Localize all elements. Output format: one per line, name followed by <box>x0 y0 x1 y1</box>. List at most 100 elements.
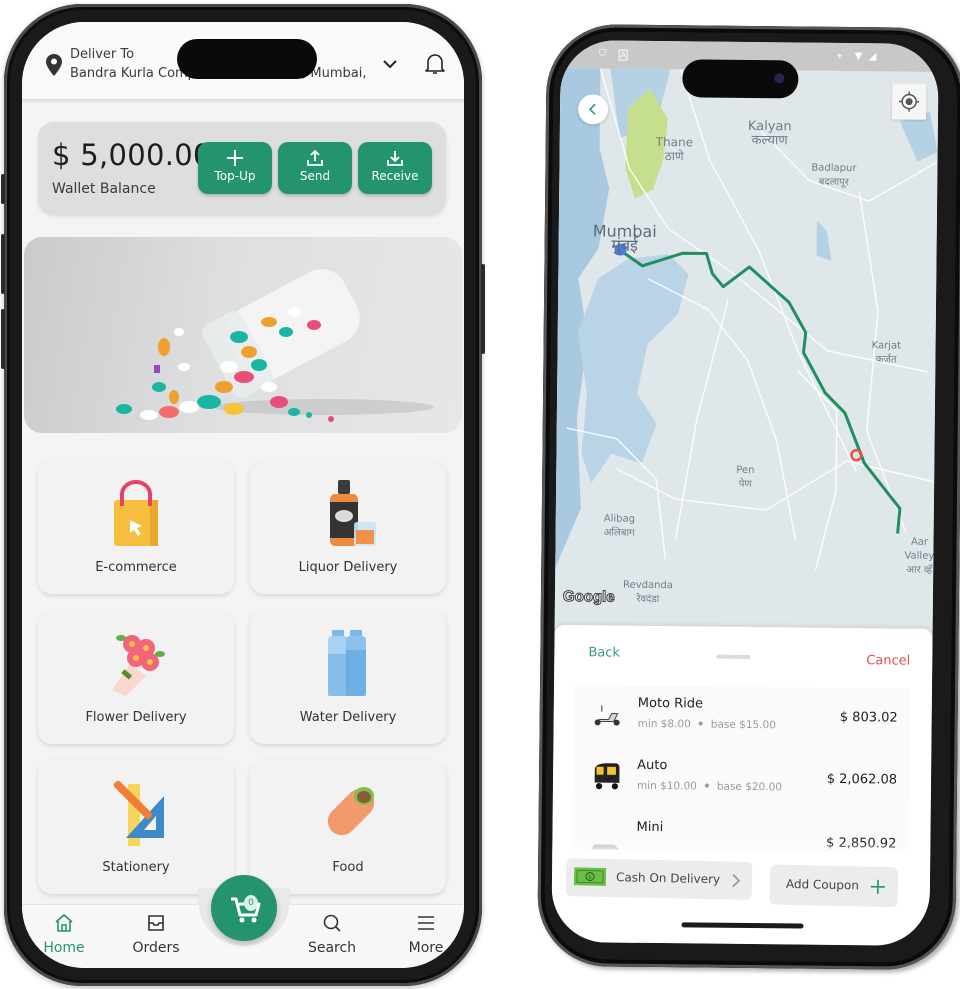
service-label: Flower Delivery <box>85 710 187 725</box>
service-label: Stationery <box>102 860 170 875</box>
pills-illustration <box>116 269 434 422</box>
ride-fare-details: min $8.00 base $15.00 <box>637 717 776 732</box>
ride-screen: ⛉ A ⌖ ▼ ◢ Thane ठाणे Kalyan कल्याण Badla… <box>551 39 939 946</box>
shield-icon: ⛉ <box>598 48 607 60</box>
nav-home[interactable]: Home <box>24 913 104 956</box>
map-label-revdanda: Revdanda रेवदंडा <box>623 579 673 606</box>
service-tile-stationery[interactable]: Stationery <box>38 760 234 894</box>
cart-count-badge: 0 <box>244 895 258 911</box>
map-label-badlapur: Badlapur बदलापूर <box>811 162 857 189</box>
add-coupon-button[interactable]: Add Coupon <box>769 864 899 908</box>
location-icon: ⌖ <box>836 50 843 62</box>
ride-price: $ 2,062.08 <box>826 771 898 788</box>
back-button[interactable]: Back <box>588 645 620 660</box>
map-label-mumbai: Mumbai मुंबई <box>592 221 657 255</box>
list-fade <box>552 838 931 861</box>
drag-handle[interactable] <box>716 654 751 660</box>
wifi-icon: ▼ <box>854 51 863 63</box>
chevron-right-icon <box>732 873 741 888</box>
service-label: Food <box>332 860 364 875</box>
top-up-label: Top-Up <box>214 169 256 183</box>
crosshair-icon <box>899 91 920 112</box>
cart-icon <box>231 897 261 923</box>
signal-icon: ◢ <box>868 51 877 63</box>
ride-option[interactable]: Auto min $10.00 base $20.00 $ 2,062.08 <box>572 747 910 813</box>
ride-name: Mini <box>636 819 664 836</box>
front-camera <box>774 73 785 84</box>
water-bottles-icon <box>328 630 366 696</box>
menu-icon <box>418 916 434 930</box>
shopping-bag-icon <box>114 480 158 546</box>
payment-method-label: Cash On Delivery <box>615 870 721 887</box>
plus-icon <box>227 150 243 166</box>
service-label: Water Delivery <box>299 710 397 725</box>
dynamic-island <box>177 39 317 79</box>
send-label: Send <box>299 169 331 183</box>
volume-down-button <box>1 309 5 369</box>
power-button <box>481 264 485 354</box>
inbox-icon <box>148 915 164 931</box>
ride-name: Moto Ride <box>637 695 704 712</box>
ride-app-phone: ⛉ A ⌖ ▼ ◢ Thane ठाणे Kalyan कल्याण Badla… <box>537 23 960 971</box>
liquor-bottle-icon <box>330 480 376 546</box>
bell-icon[interactable] <box>424 52 446 76</box>
google-attribution: Google <box>562 588 615 607</box>
promo-banner[interactable] <box>24 237 462 433</box>
ride-option[interactable]: Moto Ride min $8.00 base $15.00 $ 803.02 <box>573 685 911 751</box>
burrito-icon <box>327 787 375 836</box>
deliver-to-label: Deliver To <box>70 47 135 62</box>
home-indicator <box>681 922 804 929</box>
nav-search[interactable]: Search <box>292 913 372 956</box>
svg-text:$: $ <box>588 874 592 881</box>
mute-switch <box>1 174 5 204</box>
ride-name: Auto <box>637 757 668 774</box>
download-icon <box>387 151 403 166</box>
map-label-karjat: Karjat कर्जत <box>871 340 902 366</box>
nav-more[interactable]: More <box>386 913 464 956</box>
payment-method-button[interactable]: $ Cash On Delivery <box>565 858 753 901</box>
home-screen: Deliver To Bandra Kurla Complex, Bandra … <box>22 22 464 968</box>
service-tile-ecommerce[interactable]: E-commerce <box>38 460 234 594</box>
map-label-alibag: Alibag अलिबाग <box>603 513 636 539</box>
map-label-pen: Pen पेण <box>736 464 755 491</box>
service-tile-food[interactable]: Food <box>250 760 446 894</box>
my-location-button[interactable] <box>891 83 927 120</box>
a-icon: A <box>618 49 629 61</box>
ride-price: $ 803.02 <box>839 709 898 726</box>
map-pin-icon <box>46 54 62 76</box>
service-label: Liquor Delivery <box>298 560 398 575</box>
map-label-aar-valley: Aar Valley आर व्हॅ <box>904 536 935 576</box>
nav-orders-label: Orders <box>132 940 180 956</box>
nav-orders[interactable]: Orders <box>116 913 196 956</box>
upload-icon <box>307 149 323 166</box>
wallet-balance-label: Wallet Balance <box>52 181 156 197</box>
map-label-kalyan: Kalyan कल्याण <box>747 118 792 149</box>
scooter-icon <box>594 705 620 726</box>
ride-fare-details: min $10.00 base $20.00 <box>636 779 783 794</box>
cash-icon: $ <box>573 867 607 886</box>
top-up-button[interactable]: Top-Up <box>198 142 272 194</box>
plus-icon <box>870 879 885 894</box>
send-button[interactable]: Send <box>278 142 352 194</box>
map-back-button[interactable] <box>577 94 609 125</box>
service-tile-flower[interactable]: Flower Delivery <box>38 610 234 744</box>
service-tile-liquor[interactable]: Liquor Delivery <box>250 460 446 594</box>
service-tile-water[interactable]: Water Delivery <box>250 610 446 744</box>
nav-more-label: More <box>408 940 444 956</box>
cancel-button[interactable]: Cancel <box>866 653 910 668</box>
ride-options-sheet: Back Cancel Moto Ride min $8.00 base $15.… <box>551 624 933 946</box>
route-map[interactable]: Thane ठाणे Kalyan कल्याण Badlapur बदलापूर M… <box>554 67 939 632</box>
ruler-pencil-icon <box>113 780 164 846</box>
home-icon <box>55 913 73 932</box>
chevron-down-icon[interactable] <box>382 58 398 70</box>
add-coupon-label: Add Coupon <box>785 876 860 893</box>
receive-label: Receive <box>371 169 419 183</box>
service-label: E-commerce <box>95 560 177 575</box>
flower-bouquet-icon <box>112 635 165 696</box>
wallet-card: $ 5,000.00 Wallet Balance Top-Up Send Re… <box>38 122 446 214</box>
nav-search-label: Search <box>307 940 357 956</box>
receive-button[interactable]: Receive <box>358 142 432 194</box>
dynamic-island <box>682 59 799 99</box>
nav-home-label: Home <box>43 940 85 956</box>
cart-button[interactable]: 0 <box>211 875 277 941</box>
